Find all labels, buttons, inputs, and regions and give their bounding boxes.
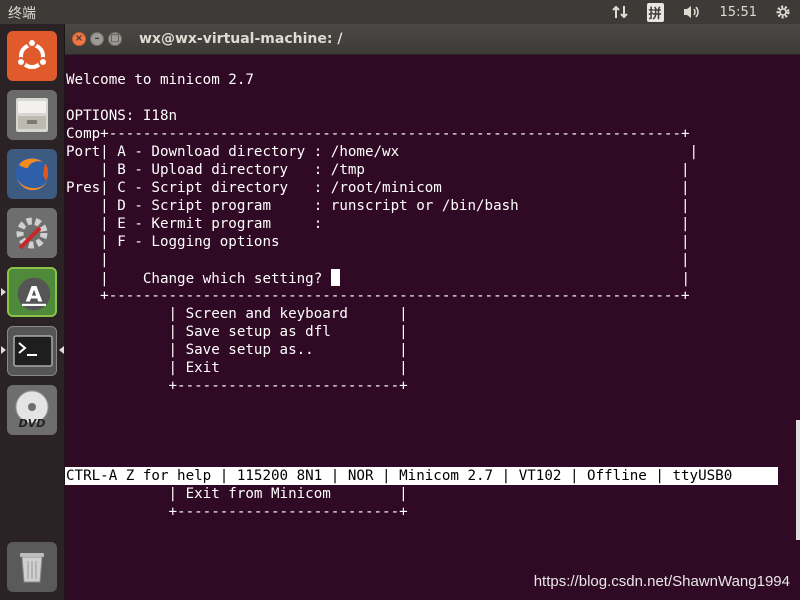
window-titlebar[interactable]: × – □ wx@wx-virtual-machine: /: [65, 24, 800, 55]
terminal-line: Pres| C - Script directory : /root/minic…: [66, 180, 690, 196]
terminal-icon[interactable]: [7, 326, 57, 376]
terminal-line: Welcome to minicom 2.7: [66, 72, 254, 88]
clock[interactable]: 15:51: [720, 5, 757, 20]
software-updater-icon[interactable]: A: [7, 267, 57, 317]
active-app-name: 终端: [8, 6, 36, 22]
dvd-icon[interactable]: DVD: [7, 385, 57, 435]
terminal-line: | Save setup as dfl |: [66, 324, 408, 340]
terminal-line: | Change which setting? |: [66, 269, 691, 287]
running-indicator: [1, 346, 6, 354]
maximize-button[interactable]: □: [108, 32, 122, 46]
menu-border: |: [339, 271, 691, 287]
terminal-line: | E - Kermit program : |: [66, 216, 690, 232]
panel-indicators: 拼 15:51: [602, 0, 800, 24]
terminal-line: +--------------------------+: [66, 378, 408, 394]
terminal-area[interactable]: Welcome to minicom 2.7 OPTIONS: I18n Comp+…: [65, 55, 800, 600]
terminal-line: | F - Logging options |: [66, 234, 690, 250]
running-indicator: [1, 288, 6, 296]
terminal-line: +--------------------------+: [66, 504, 408, 520]
terminal-line: | Exit |: [66, 360, 408, 376]
terminal-line: | |: [66, 252, 690, 268]
watermark: https://blog.csdn.net/ShawnWang1994: [533, 573, 790, 590]
terminal-line: OPTIONS: I18n: [66, 108, 178, 124]
network-transfer-icon[interactable]: [611, 4, 629, 20]
system-settings-icon[interactable]: [7, 208, 57, 258]
text-cursor: [330, 269, 340, 286]
input-method-label: 拼: [646, 2, 664, 22]
terminal-line: Port| A - Download directory : /home/wx …: [66, 144, 699, 160]
terminal-line: Comp+-----------------------------------…: [66, 126, 690, 142]
minimize-button[interactable]: –: [90, 32, 104, 46]
close-button[interactable]: ×: [72, 32, 86, 46]
launcher: A DVD: [0, 24, 65, 600]
focused-indicator: [59, 346, 64, 354]
window-title: wx@wx-virtual-machine: /: [139, 31, 343, 47]
terminal-line: | Save setup as.. |: [66, 342, 408, 358]
ubuntu-dash-icon[interactable]: [7, 31, 57, 81]
trash-icon[interactable]: [7, 542, 57, 592]
terminal-line: +---------------------------------------…: [66, 288, 690, 304]
terminal-line: | D - Script program : runscript or /bin…: [66, 198, 690, 214]
top-panel: 终端 拼 15:51: [0, 0, 800, 24]
firefox-icon[interactable]: [7, 149, 57, 199]
minicom-status-bar: CTRL-A Z for help | 115200 8N1 | NOR | M…: [65, 467, 778, 485]
input-method-indicator[interactable]: 拼: [646, 2, 664, 22]
terminal-line: | B - Upload directory : /tmp |: [66, 162, 690, 178]
gear-icon[interactable]: [775, 4, 791, 20]
terminal-line: | Exit from Minicom |: [66, 486, 408, 502]
svg-text:DVD: DVD: [19, 417, 46, 430]
terminal-line: | Screen and keyboard |: [66, 306, 408, 322]
scrollbar[interactable]: [796, 420, 800, 540]
files-icon[interactable]: [7, 90, 57, 140]
volume-icon[interactable]: [682, 4, 702, 20]
